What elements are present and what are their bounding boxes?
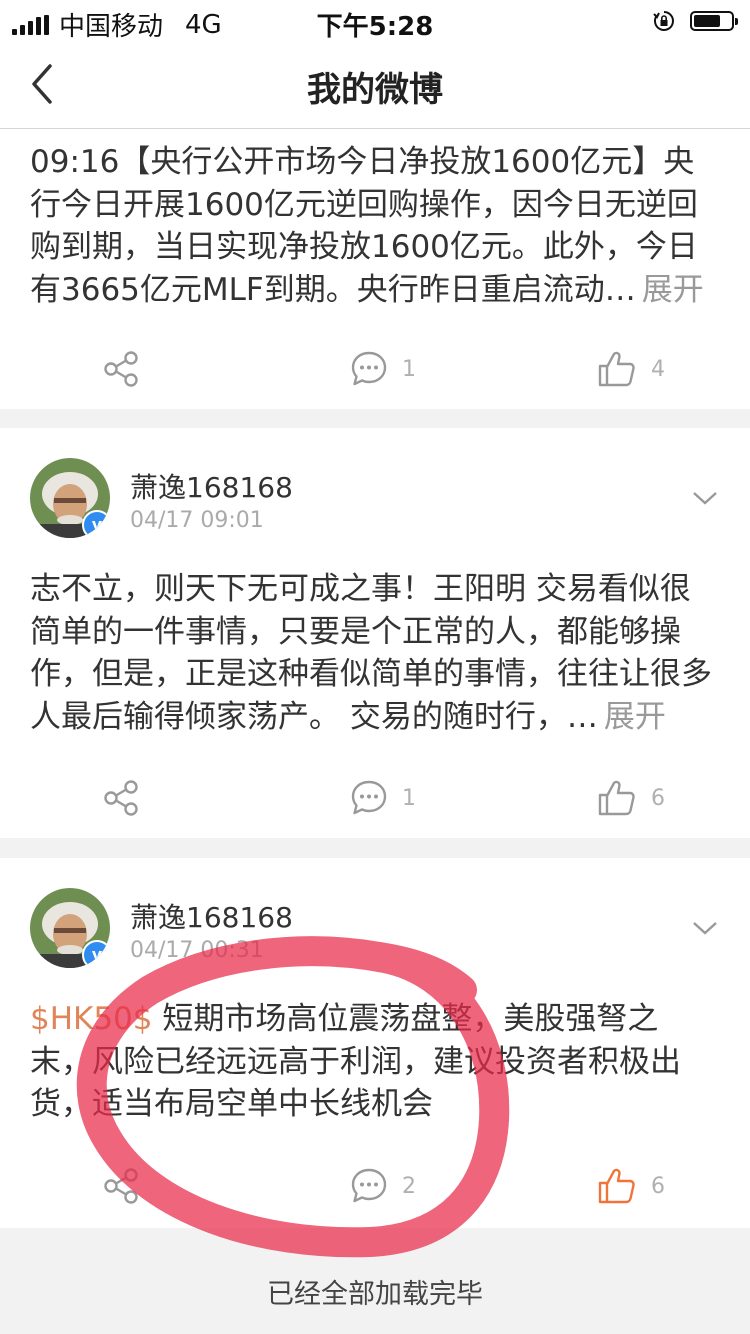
page-title: 我的微博 — [307, 70, 443, 110]
username[interactable]: 萧逸168168 — [130, 896, 293, 936]
username[interactable]: 萧逸168168 — [130, 466, 293, 506]
post-header: v 萧逸168168 04/17 09:01 — [30, 458, 720, 540]
avatar[interactable]: v — [30, 458, 110, 538]
comment-count: 1 — [402, 356, 416, 382]
comment-icon — [351, 1168, 387, 1203]
chevron-down-icon[interactable] — [690, 918, 720, 938]
topic-link[interactable]: $HK50$ — [30, 1001, 153, 1037]
avatar[interactable]: v — [30, 888, 110, 968]
thumbs-up-icon — [598, 780, 635, 816]
post-text: 志不立，则天下无可成之事！王阳明 交易看似很简单的一件事情，只要是个正常的人，都… — [30, 571, 712, 735]
status-bar: 中国移动 4G 下午5:28 — [0, 0, 750, 42]
expand-link[interactable]: 展开 — [604, 699, 666, 735]
chevron-down-icon[interactable] — [690, 488, 720, 508]
comment-count: 1 — [402, 785, 416, 811]
lock-rotation-icon — [653, 11, 674, 31]
comment-icon — [351, 780, 387, 815]
like-count: 4 — [651, 356, 665, 382]
thumbs-up-icon — [598, 1168, 635, 1204]
verified-icon: v — [82, 940, 110, 968]
share-icon — [104, 351, 138, 387]
comment-button[interactable]: 2 — [350, 1156, 416, 1216]
share-button[interactable] — [102, 768, 140, 828]
like-button[interactable]: 6 — [597, 768, 665, 828]
status-time: 下午5:28 — [316, 12, 434, 42]
expand-link[interactable]: 展开 — [642, 272, 704, 308]
battery-icon — [690, 11, 738, 31]
comment-icon — [351, 351, 387, 386]
comment-button[interactable]: 1 — [350, 339, 416, 399]
verified-icon: v — [82, 510, 110, 538]
post-card[interactable]: v 萧逸168168 04/17 00:31 $HK50$ 短期市场高位震荡盘整… — [0, 858, 750, 1228]
post-text: 09:16【央行公开市场今日净投放1600亿元】央行今日开展1600亿元逆回购操… — [30, 144, 704, 308]
post-actions: 1 6 — [0, 768, 750, 828]
post-card[interactable]: v 萧逸168168 04/17 09:01 志不立，则天下无可成之事！王阳明 … — [0, 428, 750, 838]
post-text: $HK50$ 短期市场高位震荡盘整，美股强弩之末，风险已经远远高于利润，建议投资… — [30, 1001, 681, 1122]
like-button[interactable]: 4 — [597, 339, 665, 399]
load-complete-text: 已经全部加载完毕 — [267, 1279, 483, 1310]
post-actions: 2 6 — [0, 1156, 750, 1216]
post-header: v 萧逸168168 04/17 00:31 — [30, 888, 720, 970]
thumbs-up-icon — [598, 351, 635, 387]
share-icon — [104, 780, 138, 816]
post-card[interactable]: 09:16【央行公开市场今日净投放1600亿元】央行今日开展1600亿元逆回购操… — [0, 129, 750, 409]
post-timestamp: 04/17 00:31 — [130, 938, 264, 963]
like-count: 6 — [651, 785, 665, 811]
post-actions: 1 4 — [0, 339, 750, 399]
like-count: 6 — [651, 1173, 665, 1199]
comment-count: 2 — [402, 1173, 416, 1199]
share-button[interactable] — [102, 339, 140, 399]
post-timestamp: 04/17 09:01 — [130, 508, 264, 533]
share-button[interactable] — [102, 1156, 140, 1216]
share-icon — [104, 1168, 138, 1204]
like-button[interactable]: 6 — [597, 1156, 665, 1216]
comment-button[interactable]: 1 — [350, 768, 416, 828]
navigation-bar: 我的微博 — [0, 42, 750, 129]
